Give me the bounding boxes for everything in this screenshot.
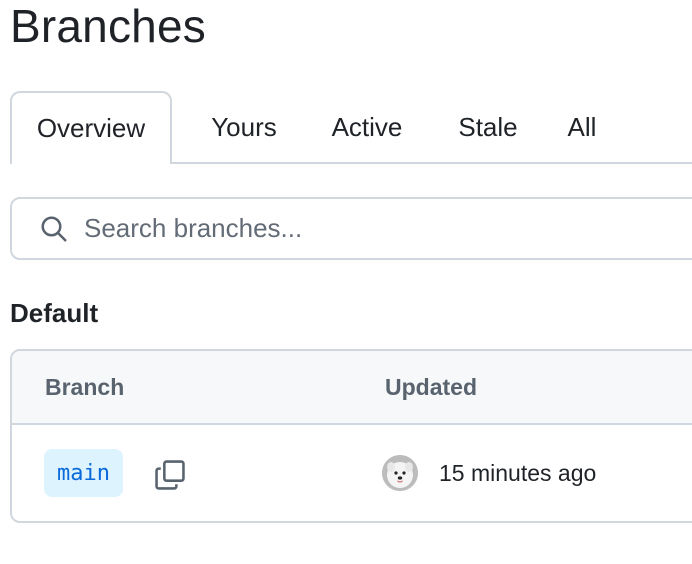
- column-header-updated: Updated: [385, 373, 477, 400]
- tab-all[interactable]: All: [552, 91, 612, 164]
- search-icon: [38, 213, 70, 245]
- tab-overview[interactable]: Overview: [10, 91, 172, 164]
- branch-tabs: Overview Yours Active Stale All: [10, 91, 692, 164]
- table-row: main 15 minutes ago: [12, 425, 692, 521]
- page-title: Branches: [10, 0, 206, 52]
- tab-stale[interactable]: Stale: [438, 91, 538, 164]
- updated-time: 15 minutes ago: [439, 459, 597, 486]
- branches-page: Branches Overview Yours Active Stale All…: [0, 0, 692, 564]
- default-branches-table: Branch Updated main 15 minutes ago: [10, 349, 692, 523]
- user-avatar[interactable]: [382, 455, 418, 491]
- search-input[interactable]: [84, 213, 644, 244]
- branch-name-link[interactable]: main: [44, 449, 123, 497]
- default-heading: Default: [10, 298, 99, 328]
- search-box: [10, 197, 692, 260]
- tab-yours[interactable]: Yours: [194, 91, 294, 164]
- table-header: Branch Updated: [12, 351, 692, 425]
- copy-icon[interactable]: [152, 457, 188, 493]
- column-header-branch: Branch: [45, 373, 125, 400]
- tab-active[interactable]: Active: [312, 91, 422, 164]
